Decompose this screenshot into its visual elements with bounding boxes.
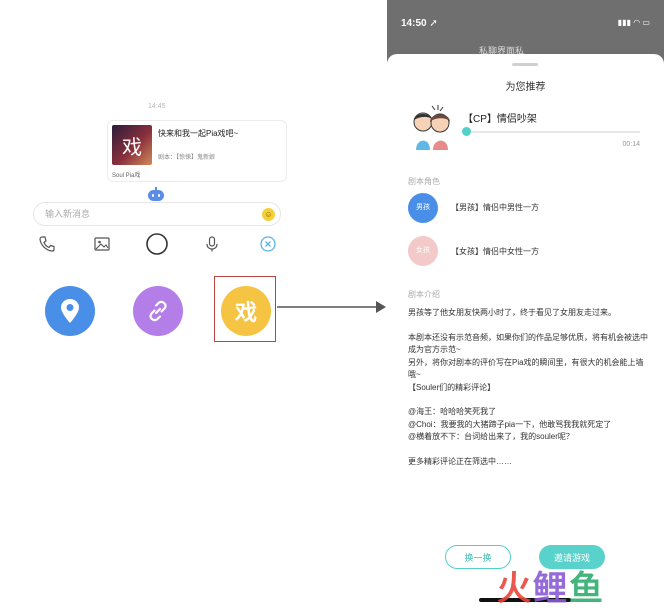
card-title: 快来和我一起Pia戏吧~ [158, 129, 239, 138]
message-input-bar: ☺ [33, 202, 281, 226]
intro-paragraph: 本剧本还没有示范音频，如果你们的作品足够优质，将有机会被选中成为官方示范~ 另外… [408, 332, 648, 392]
chat-panel: 14:45 戏 快来和我一起Pia戏吧~ 剧本：【惊悚】鬼新娘 Soul Pia… [0, 0, 300, 609]
pia-invite-card[interactable]: 戏 快来和我一起Pia戏吧~ 剧本：【惊悚】鬼新娘 Soul Pia戏 [107, 120, 287, 182]
audio-progress-track[interactable] [465, 131, 640, 133]
role-desc-girl: 【女孩】情侣中女性一方 [451, 247, 539, 256]
watermark-char: 火 [497, 569, 533, 609]
role-badge-girl[interactable]: 女孩 [408, 236, 438, 266]
mic-icon[interactable] [202, 234, 222, 254]
location-pin-icon [61, 299, 79, 323]
role-badge-boy[interactable]: 男孩 [408, 193, 438, 223]
chat-timestamp: 14:45 [148, 103, 166, 110]
robot-avatar-icon [148, 187, 164, 201]
script-name: 【CP】情侣吵架 [463, 114, 537, 125]
status-time: 14:50 ➚ [401, 18, 438, 29]
close-circle-icon[interactable] [258, 234, 278, 254]
link-button[interactable] [133, 286, 183, 336]
sheet-title: 为您推荐 [505, 82, 546, 93]
link-icon [149, 300, 167, 322]
couple-illustration-icon [413, 105, 450, 150]
card-subtitle: 剧本：【惊悚】鬼新娘 [158, 155, 216, 161]
roles-label: 剧本角色 [408, 177, 440, 186]
circle-icon[interactable] [145, 232, 169, 256]
audio-progress-knob[interactable] [462, 127, 471, 136]
transition-arrow-icon [277, 301, 386, 313]
phone-icon[interactable] [37, 234, 57, 254]
emoji-icon[interactable]: ☺ [262, 208, 275, 221]
audio-duration: 00:14 [622, 141, 640, 148]
phone-screen: 14:50 ➚ ▮▮▮ ◠ ▭ 私聊界面私 为您推荐 【CP】情侣吵架 00:1… [387, 0, 664, 609]
watermark-char: 鲤 [533, 569, 569, 609]
recommend-sheet: 为您推荐 【CP】情侣吵架 00:14 剧本角色 男孩 【男孩】情侣中男性一方 … [387, 54, 664, 609]
highlight-box [214, 276, 276, 342]
intro-paragraph: 男孩等了他女朋友快两小时了，终于看见了女朋友走过来。 [408, 308, 616, 317]
image-icon[interactable] [92, 234, 112, 254]
script-intro: 男孩等了他女朋友快两小时了，终于看见了女朋友走过来。 本剧本还没有示范音频，如果… [408, 307, 648, 468]
script-cover-image: 戏 [112, 125, 152, 165]
role-desc-boy: 【男孩】情侣中男性一方 [451, 203, 539, 212]
watermark-logo: 火鲤鱼 [497, 561, 605, 610]
intro-label: 剧本介绍 [408, 290, 440, 299]
intro-paragraph: 更多精彩评论正在筛选中…… [408, 456, 512, 466]
message-input[interactable] [45, 207, 245, 221]
watermark-char: 鱼 [569, 569, 605, 609]
location-button[interactable] [45, 286, 95, 336]
sheet-grabber[interactable] [512, 63, 538, 66]
status-icons: ▮▮▮ ◠ ▭ [617, 18, 650, 27]
card-source: Soul Pia戏 [112, 173, 141, 179]
intro-paragraph: @海王：哈哈哈笑死我了 @Choi：我要我的大猪蹄子pia一下，他敢骂我我就死定… [408, 407, 612, 441]
